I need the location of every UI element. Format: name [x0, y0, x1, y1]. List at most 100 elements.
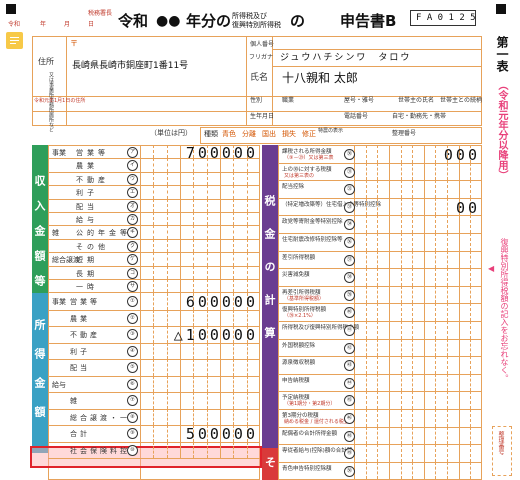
profit-row-amount[interactable]: 600000 [186, 293, 258, 311]
sticky-note-icon[interactable] [6, 32, 23, 49]
side-period: （令和元年分以降用） [496, 80, 507, 180]
digit-divider [206, 359, 208, 376]
digit-divider [423, 409, 425, 427]
income-row-label: 農業 [76, 162, 98, 171]
digit-divider [447, 321, 449, 339]
digit-divider [153, 185, 155, 199]
digit-divider [458, 180, 460, 198]
type-item-kokushutsu[interactable]: 国出 [262, 131, 276, 138]
digit-divider [447, 444, 449, 462]
digit-divider [388, 162, 390, 181]
type-item-bunri[interactable]: 分離 [242, 131, 256, 138]
tax-row-label: 災害減免額 [282, 272, 310, 279]
digit-divider [388, 215, 390, 233]
digit-divider [220, 212, 221, 226]
side-stamp-label: 整理番号 [497, 431, 504, 455]
digit-divider [412, 215, 414, 233]
profit-row-amount[interactable]: △100000 [174, 326, 258, 344]
digit-divider [220, 185, 221, 199]
digit-divider [435, 233, 437, 251]
digit-divider [153, 171, 155, 186]
profit-row-mark: ⑩ [127, 444, 138, 456]
digit-divider [458, 338, 460, 357]
tax-row-mark: ㊴ [344, 289, 355, 301]
digit-divider [153, 279, 155, 293]
digit-divider [180, 225, 181, 239]
unit-label: （単位は円） [150, 129, 192, 137]
digit-divider [458, 268, 460, 286]
digit-divider [220, 265, 221, 279]
digit-divider [435, 250, 437, 269]
address-value[interactable]: 長崎県長崎市銅座町1番11号 [72, 62, 188, 71]
name-label: 氏名 [250, 73, 269, 83]
type-item-sonshitsu[interactable]: 損失 [282, 131, 296, 138]
digit-divider [388, 268, 390, 286]
digit-divider [458, 250, 460, 269]
digit-divider [206, 212, 208, 226]
form-code: F A 0 1 2 5 [416, 13, 476, 23]
postal-mark: 〒 [70, 39, 78, 48]
digit-divider [180, 408, 181, 425]
digit-divider [423, 426, 425, 445]
type-item-aoiro[interactable]: 青色 [222, 131, 236, 138]
digit-divider [447, 250, 449, 269]
special-label: 特農の表示 [318, 128, 344, 134]
tax-row-amount[interactable]: 00 [456, 199, 480, 217]
digit-divider [458, 303, 460, 321]
digit-divider [180, 252, 181, 266]
digit-divider [233, 198, 235, 212]
band-income: 所得金額 [32, 293, 48, 453]
income-row-label: 給与 [76, 216, 98, 224]
digit-divider [470, 285, 472, 304]
side-arrow-icon: ◀ [488, 264, 495, 273]
digit-divider [377, 461, 379, 480]
digit-divider [388, 250, 390, 269]
profit-row-label: 農業 [70, 314, 90, 323]
digit-divider [447, 409, 449, 427]
digit-divider [400, 285, 402, 304]
digit-divider [206, 279, 208, 293]
digit-divider [377, 285, 379, 304]
tax-row-mark: ㉚ [344, 149, 355, 160]
digit-divider [220, 158, 221, 172]
digit-divider [423, 197, 425, 216]
digit-divider [458, 215, 460, 233]
digit-divider [470, 180, 472, 198]
digit-divider [220, 309, 221, 326]
profit-row-label: 不動産 [70, 331, 100, 339]
digit-divider [423, 180, 425, 198]
tax-row-mark: ㊻ [344, 413, 355, 424]
digit-divider [377, 303, 379, 321]
row-line [278, 268, 482, 270]
digit-divider [193, 198, 195, 212]
corner-mark-icon [6, 4, 16, 14]
relation-label: 世帯主との続柄 [440, 97, 482, 104]
digit-divider [470, 409, 472, 427]
digit-divider [180, 198, 181, 212]
tax-row-label: 外国税額控除 [282, 342, 316, 349]
digit-divider [153, 309, 155, 326]
digit-divider [470, 338, 472, 357]
digit-divider [412, 145, 414, 163]
digit-divider [166, 212, 168, 226]
digit-divider [423, 250, 425, 269]
digit-divider [233, 441, 235, 458]
digit-divider [447, 197, 449, 216]
tax-row-amount[interactable]: 000 [444, 146, 480, 164]
furigana-value[interactable]: ジュウハチシンワ タロウ [280, 54, 411, 63]
digit-divider [388, 356, 390, 374]
name-value[interactable]: 十八親和 太郎 [282, 72, 358, 84]
digit-divider [153, 326, 155, 343]
digit-divider [423, 356, 425, 374]
digit-divider [435, 285, 437, 304]
digit-divider [470, 426, 472, 445]
digit-divider [166, 225, 168, 239]
type-item-shusei[interactable]: 修正 [302, 131, 316, 138]
digit-divider [166, 441, 168, 458]
digit-divider [412, 285, 414, 304]
digit-divider [388, 426, 390, 445]
digit-divider [233, 309, 235, 326]
digit-divider [166, 145, 168, 159]
profit-row-amount[interactable]: 500000 [186, 425, 258, 443]
digit-divider [412, 321, 414, 339]
